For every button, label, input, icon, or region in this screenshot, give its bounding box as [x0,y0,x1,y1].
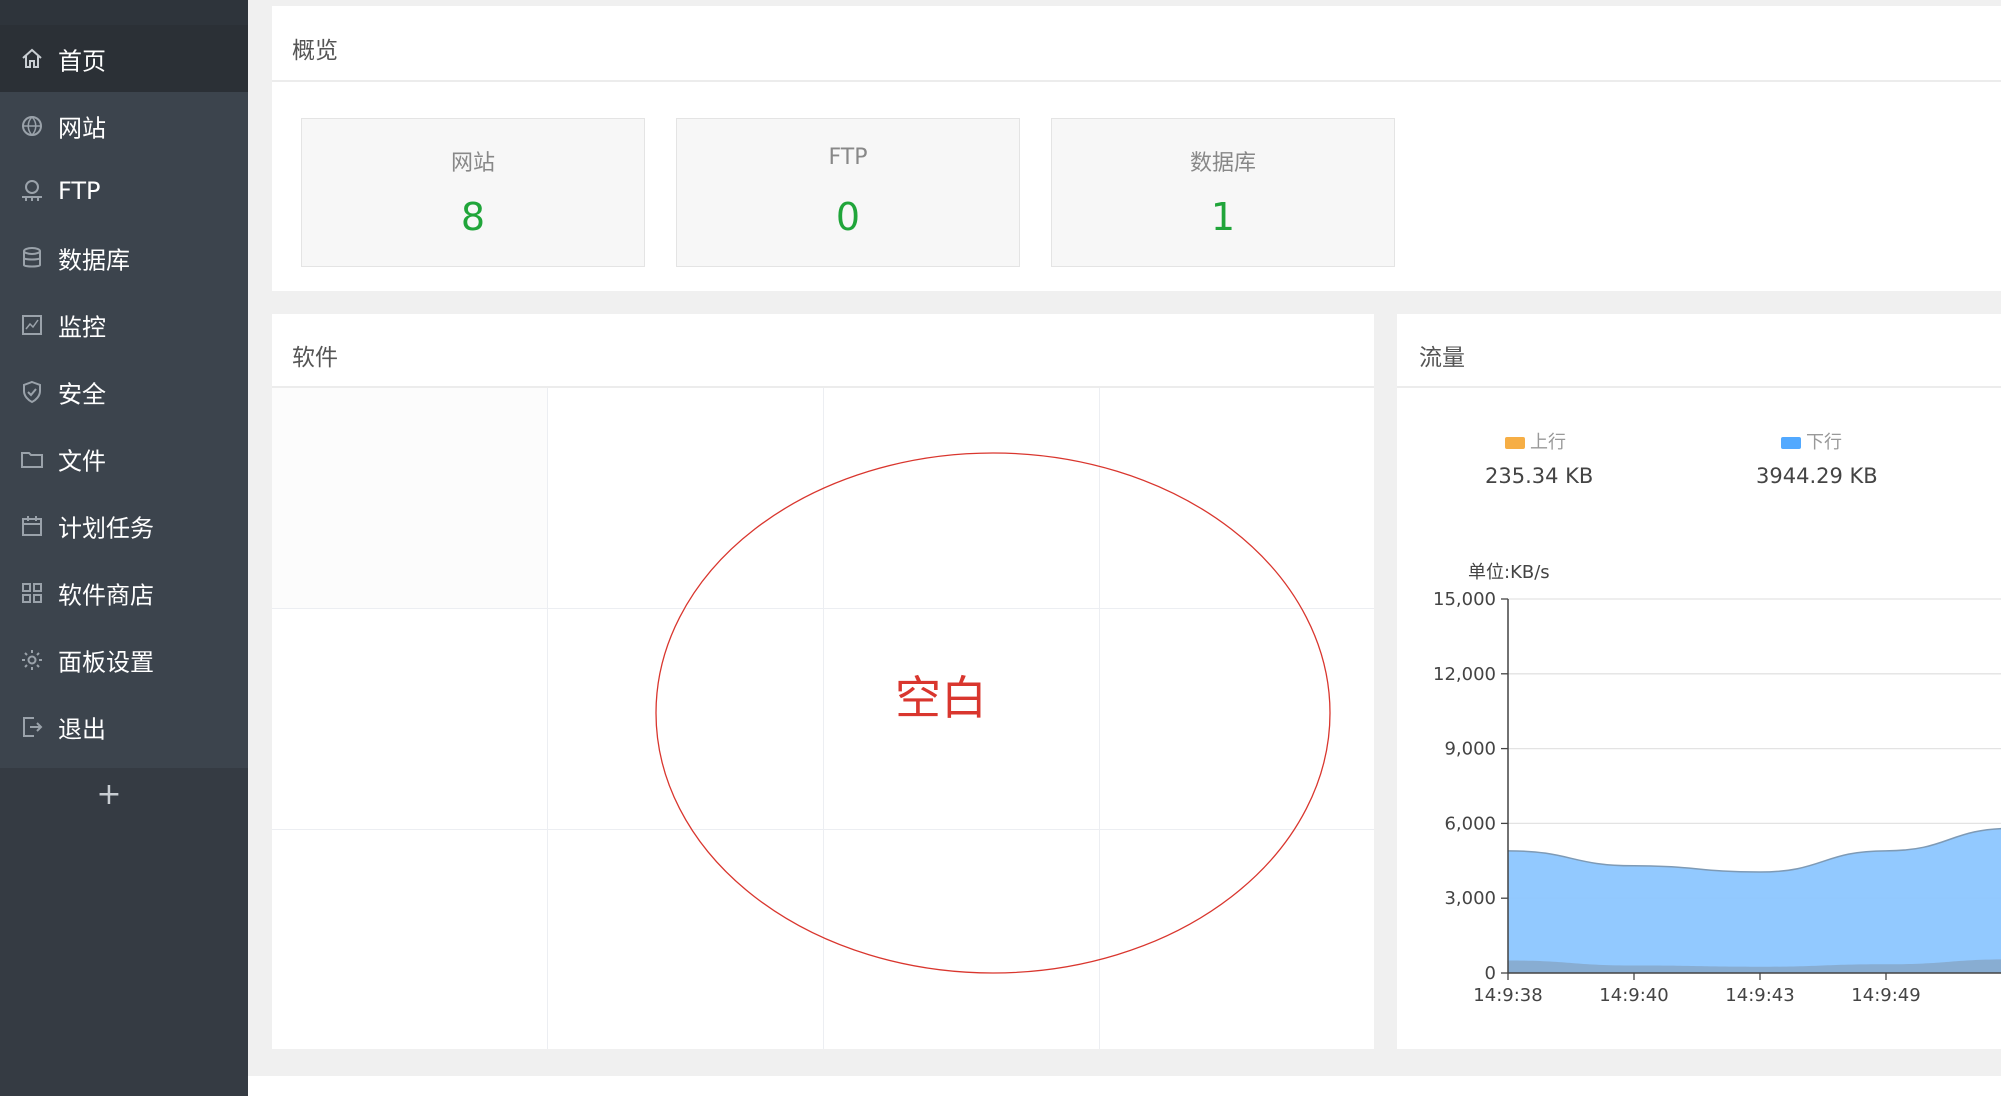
legend-download[interactable]: 下行 [1781,428,1842,454]
divider [272,80,2001,82]
sidebar-footer [0,768,248,1096]
sidebar-item-label: 网站 [58,114,106,142]
shield-icon [23,380,41,403]
software-slot[interactable] [272,830,548,1049]
ftp-icon [22,179,42,201]
sidebar-item-home[interactable]: 首页 [0,25,248,92]
sidebar-item-files[interactable]: 文件 [0,425,248,492]
stat-label: FTP [828,145,868,170]
stat-value[interactable]: 0 [677,195,1019,239]
legend-upload[interactable]: 上行 [1505,428,1566,454]
gear-icon [22,649,42,670]
sidebar-header [0,0,248,25]
software-title: 软件 [292,345,338,371]
y-tick-label: 3,000 [1444,888,1496,909]
x-tick-label: 14:9:38 [1473,985,1542,1006]
y-tick-label: 6,000 [1444,813,1496,834]
sidebar-item-label: 退出 [58,715,106,743]
monitor-icon [22,314,42,335]
x-tick-label: 14:9:40 [1599,985,1668,1006]
home-icon [22,48,42,68]
download-swatch [1781,437,1801,449]
sidebar-item-cron[interactable]: 计划任务 [0,492,248,559]
sidebar-item-label: 安全 [58,380,106,408]
x-tick-label: 14:9:49 [1851,985,1920,1006]
sidebar-item-label: 软件商店 [58,581,154,609]
sidebar-item-settings[interactable]: 面板设置 [0,626,248,693]
globe-icon [22,115,42,136]
calendar-icon [22,515,42,536]
sidebar-item-label: 首页 [58,47,106,75]
sidebar-item-label: FTP [58,176,101,205]
download-total: 3944.29 KB [1756,464,1878,488]
overview-panel: 概览 网站 8 FTP 0 数据库 1 [272,6,2001,291]
sidebar-item-ftp[interactable]: FTP [0,157,248,224]
sidebar-item-label: 数据库 [58,246,130,274]
stat-label: 数据库 [1189,151,1256,176]
sidebar-item-label: 面板设置 [58,648,154,676]
legend-label: 下行 [1806,432,1842,453]
folder-icon [21,451,43,468]
sidebar-item-logout[interactable]: 退出 [0,693,248,760]
sidebar-menu: 首页 网站 FTP 数据库 监控 安全 文件 计划任务 软件商店 面板设置 退出 [0,25,248,768]
sidebar-item-label: 文件 [58,447,106,475]
sidebar-item-monitor[interactable]: 监控 [0,291,248,358]
y-tick-label: 15,000 [1433,589,1496,610]
software-slot[interactable] [272,388,548,609]
logout-icon [23,716,43,737]
overview-title: 概览 [292,38,338,64]
stat-card-websites[interactable]: 网站 8 [301,118,645,267]
page-bottom-bar [248,1076,2001,1096]
sidebar-item-label: 监控 [58,313,106,341]
sidebar-item-website[interactable]: 网站 [0,92,248,159]
y-tick-label: 12,000 [1433,664,1496,685]
database-icon [23,246,41,267]
stat-card-database[interactable]: 数据库 1 [1051,118,1395,267]
traffic-title: 流量 [1419,345,1465,371]
y-tick-label: 0 [1485,963,1496,984]
stat-label: 网站 [450,151,495,176]
sidebar-item-database[interactable]: 数据库 [0,224,248,291]
sidebar: 首页 网站 FTP 数据库 监控 安全 文件 计划任务 软件商店 面板设置 退出… [0,0,248,1096]
legend-label: 上行 [1530,432,1566,453]
stat-value[interactable]: 1 [1052,195,1394,239]
series-area-download [1508,828,2001,973]
sidebar-item-store[interactable]: 软件商店 [0,559,248,626]
software-slot[interactable] [272,609,548,830]
empty-annotation-ellipse [655,452,1331,974]
stat-card-ftp[interactable]: FTP 0 [676,118,1020,267]
sidebar-item-label: 计划任务 [58,514,154,542]
sidebar-item-security[interactable]: 安全 [0,358,248,425]
traffic-chart: 0 3,000 6,000 9,000 12,000 15,000 14:9:38 14:9:… [1433,589,2001,1006]
x-tick-label: 14:9:43 [1725,985,1794,1006]
divider [1397,386,2001,388]
y-tick-label: 9,000 [1444,739,1496,760]
upload-total: 235.34 KB [1485,464,1594,488]
grid-icon [22,582,42,603]
upload-swatch [1505,437,1525,449]
stat-value[interactable]: 8 [302,195,644,239]
empty-annotation-text: 空白 [895,671,987,725]
add-shortcut-button[interactable]: + [94,780,124,810]
